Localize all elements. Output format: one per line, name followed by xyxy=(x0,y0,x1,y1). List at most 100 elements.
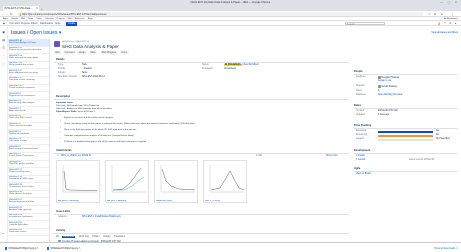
list-item[interactable]: SHG-ENT-19 Characterize laser output xyxy=(8,183,49,191)
back-icon[interactable]: ← xyxy=(2,12,5,16)
view-on-board-link[interactable]: View on Board xyxy=(356,173,371,175)
view-all-link[interactable]: View all issues and filters xyxy=(431,31,458,34)
attachment-thumbnail[interactable]: sgd_pos1_4.8d3bt.png xyxy=(105,160,149,203)
attachment-thumbnail[interactable]: SHG_P_0.1a.png xyxy=(203,160,247,203)
list-item[interactable]: SHG-ENT-13 Write introduction section xyxy=(8,62,49,70)
dev-branch-link[interactable]: 1 branch xyxy=(356,155,365,157)
list-item[interactable]: SHG-ENT-5 Clean vacuum chamber xyxy=(8,123,49,131)
tab-comments[interactable]: Comments xyxy=(62,236,76,238)
components-icon[interactable]: ⬚ xyxy=(2,62,5,66)
download-item[interactable]: SHGData270.BigVmg.png ˄ xyxy=(45,246,82,251)
tab-transitions[interactable]: Transitions xyxy=(114,236,125,238)
chevron-down-icon[interactable]: ▾ xyxy=(59,30,62,36)
assignee-value[interactable]: Douglas Pinasaw xyxy=(378,76,399,79)
bookmark-item[interactable]: Reference xyxy=(75,18,85,20)
bookmark-item[interactable]: Apps xyxy=(3,18,8,20)
bookmark-item[interactable]: Google xyxy=(11,18,18,20)
jira-logo-icon[interactable]: ◆ xyxy=(3,22,5,25)
url-input[interactable]: 🔒 https://jira.company.com/projects/SHG/… xyxy=(18,12,423,16)
bookmark-item[interactable]: Drive xyxy=(28,18,33,20)
list-item[interactable]: SHG-ENT-12 Run calibration tests on setup xyxy=(8,69,49,77)
dev-commit-link[interactable]: 1 commit xyxy=(356,159,365,161)
status-badge[interactable]: IN PROGRESS xyxy=(224,64,242,66)
menu-icon[interactable]: ⋮ xyxy=(451,12,454,16)
list-item[interactable]: SHG-ENT-15 Prepare fig for journal submis… xyxy=(8,47,49,55)
star-icon[interactable]: ☆ xyxy=(428,12,431,16)
list-item[interactable]: SHG-ENT-20 Write abstract for paper xyxy=(8,191,49,199)
reporter-value[interactable]: Gerald Ransley xyxy=(378,85,397,88)
bookmark-item[interactable]: Bugs xyxy=(88,18,93,20)
new-tab-icon[interactable]: + xyxy=(41,7,43,11)
watchers-value[interactable]: Stop watching this issue xyxy=(378,94,403,96)
nav-filters[interactable]: Filters xyxy=(31,22,38,25)
nav-your-work[interactable]: Your work xyxy=(9,22,20,25)
reload-icon[interactable]: ↻ xyxy=(10,12,13,16)
tab-work-log[interactable]: Work Log xyxy=(79,236,89,238)
list-item[interactable]: SHG-ENT-10 Check reviewer responses xyxy=(8,85,49,93)
reports-icon[interactable]: ◔ xyxy=(2,54,4,58)
tab-activity[interactable]: Activity xyxy=(103,236,110,238)
edit-button[interactable]: Edit xyxy=(54,51,61,55)
forward-icon[interactable]: → xyxy=(6,12,9,16)
more-button[interactable]: More xyxy=(89,51,98,55)
list-item[interactable]: SHG-ENT-4 Update lab notebook xyxy=(8,130,49,138)
list-item[interactable]: SHG-ENT-17 Project meeting notes xyxy=(8,168,49,176)
jira-search-input[interactable]: Search xyxy=(345,21,385,26)
show-all-downloads-link[interactable]: Show all downloads ✕ xyxy=(434,247,458,250)
list-item[interactable]: SHG-ENT-23 Fit nonlinear coefficients xyxy=(8,214,49,222)
close-tab-icon[interactable]: ✕ xyxy=(36,7,38,10)
filter-dropdown[interactable]: Open issues xyxy=(30,30,58,36)
bookmark-item[interactable]: Mail xyxy=(21,18,25,20)
all-bookmarks-link[interactable]: All Bookmarks xyxy=(444,18,458,20)
issue-title[interactable]: SHG Data Analysis & Paper xyxy=(62,44,119,49)
start-progress-button[interactable]: Start Progress xyxy=(100,51,118,55)
show-more-link[interactable]: Show more xyxy=(326,155,338,157)
list-item[interactable]: SHG-ENT-2 Build a setup & measurement xyxy=(8,145,49,153)
list-item[interactable]: SHG-ENT-9 Prepare for the conference xyxy=(8,92,49,100)
attachment-thumbnail[interactable]: sgd_pos0V_0.4d3bt.png xyxy=(56,160,100,203)
nav-projects[interactable]: Projects xyxy=(21,22,30,25)
attachment-filename[interactable]: SHG_in_20231_14_16540.tif xyxy=(61,155,91,157)
window-controls[interactable]: — ▢ ✕ xyxy=(440,1,459,4)
nav-dashboards[interactable]: Dashboards xyxy=(40,22,53,25)
profile-icon[interactable]: ● xyxy=(441,12,443,16)
attachment-thumbnail[interactable]: sample-set 01.png xyxy=(154,160,198,203)
list-item[interactable]: SHG-ENT-3 Lab safety training xyxy=(8,138,49,146)
issues-icon[interactable]: ☰ xyxy=(2,46,5,50)
breadcrumb[interactable]: SHG-Project / SHG-ENT-16 xyxy=(62,41,89,43)
tab-history[interactable]: History xyxy=(92,236,99,238)
list-item[interactable]: SHG-ENT-8 Assess temp data analysis xyxy=(8,100,49,108)
list-item[interactable]: SHG-ENT-6 Order new BBO crystal xyxy=(8,115,49,123)
nav-apps[interactable]: Apps xyxy=(55,22,60,25)
list-item[interactable]: SHG-ENT-24 Compile data tables xyxy=(8,221,49,229)
list-item[interactable]: SHG-ENT-22 Analyse SHG spectrum xyxy=(8,206,49,214)
bookmark-item[interactable]: Wiki xyxy=(68,18,72,20)
list-item[interactable]: SHG-ENT-1 Install Stokes Polarimetry xyxy=(8,153,49,161)
extensions-icon[interactable]: ⧉ xyxy=(434,12,436,16)
collapse-sidebar-icon[interactable]: « xyxy=(2,231,4,235)
list-item[interactable]: SHG-ENT-11 Literature review summary xyxy=(8,77,49,85)
view-workflow-link[interactable]: (View Workflow) xyxy=(242,64,259,66)
done-button[interactable]: Done xyxy=(120,51,129,55)
tab-all[interactable]: All xyxy=(56,236,59,238)
assign-button[interactable]: Assign xyxy=(77,51,87,55)
list-item[interactable]: SHG-ENT-16 SHG Data Analysis & Paper xyxy=(8,39,49,47)
bookmark-item[interactable]: Tasks xyxy=(36,18,42,20)
header-icons[interactable]: 🔔 ? ⚙ ● xyxy=(438,22,458,25)
board-icon[interactable]: ▤ xyxy=(2,38,5,42)
description-body[interactable]: Important notes: Take 2nd - SHG graph fr… xyxy=(56,102,346,144)
issue-link[interactable]: SHG-ENT-1 Install Stokes Polarimetry xyxy=(82,216,121,218)
list-item[interactable]: SHG-ENT-14 Make polarisation map update xyxy=(8,54,49,62)
list-item[interactable]: SHG-ENT-18 Simulation of SHG setup xyxy=(8,176,49,184)
project-icon[interactable]: ▣ xyxy=(2,30,5,34)
download-item[interactable]: SHGData270.BigVmg.png ˄ xyxy=(3,246,40,251)
bookmark-item[interactable]: Calendar xyxy=(45,18,54,20)
list-item[interactable]: SHG-ENT-0 Plan PhD project timeline xyxy=(8,161,49,169)
assign-to-me-link[interactable]: Assign to me xyxy=(378,80,391,82)
bookmark-item[interactable]: Projects xyxy=(57,18,65,20)
comment-button[interactable]: Comment xyxy=(63,51,76,55)
list-item[interactable]: SHG-ENT-21 Backup experimental data xyxy=(8,198,49,207)
votes-value[interactable]: 0 xyxy=(378,90,379,92)
list-item[interactable]: SHG-ENT-25 Supervisor review xyxy=(8,229,49,237)
list-item[interactable]: SHG-ENT-7 Align optical path xyxy=(8,107,49,115)
